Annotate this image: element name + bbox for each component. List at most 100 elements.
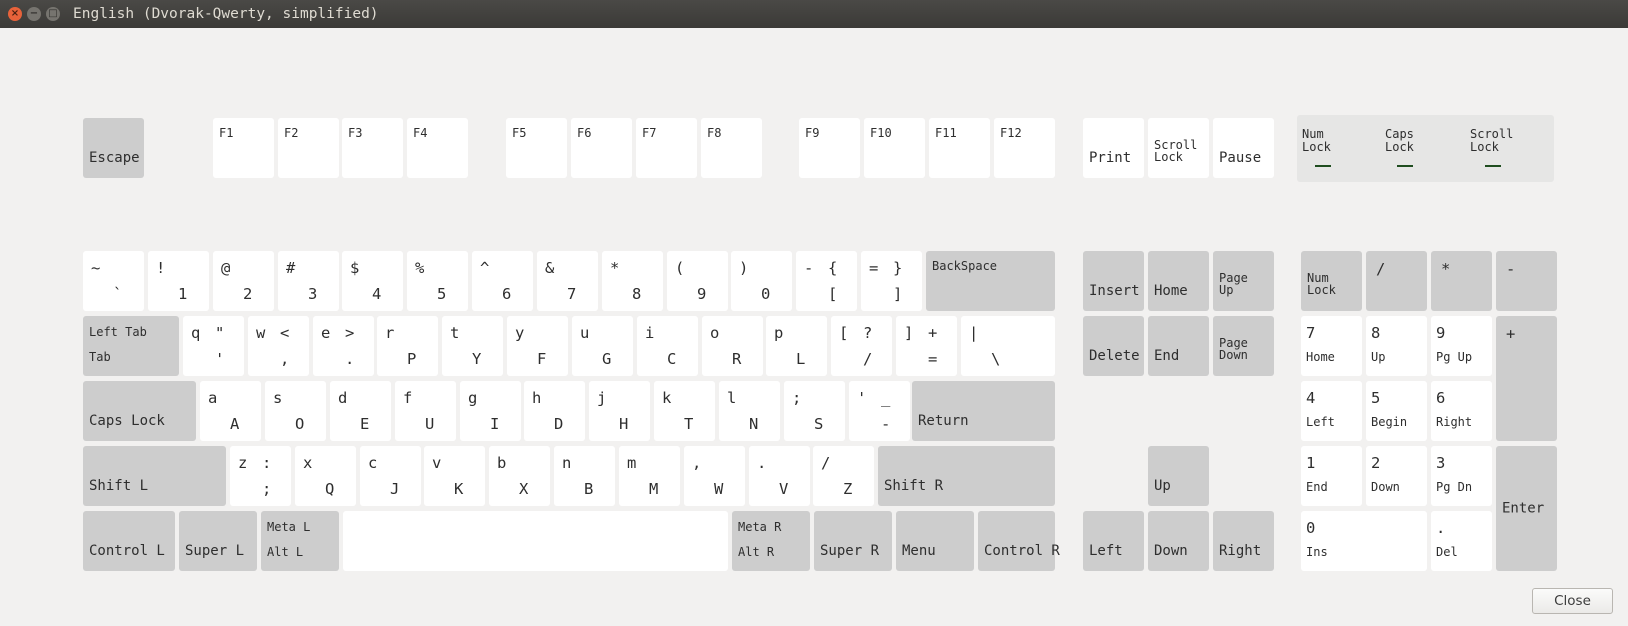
key-8[interactable]: * 8 bbox=[602, 251, 663, 311]
key-i[interactable]: iC bbox=[637, 316, 698, 376]
key-f[interactable]: fU bbox=[395, 381, 456, 441]
key-f6[interactable]: F6 bbox=[571, 118, 632, 178]
key-kp-6[interactable]: 6 Right bbox=[1431, 381, 1492, 441]
key-kp-divide[interactable]: / bbox=[1366, 251, 1427, 311]
key-o[interactable]: oR bbox=[702, 316, 763, 376]
key-kp-4[interactable]: 4 Left bbox=[1301, 381, 1362, 441]
close-button[interactable]: Close bbox=[1532, 588, 1613, 614]
key-f1[interactable]: F1 bbox=[213, 118, 274, 178]
key-arrow-up[interactable]: Up bbox=[1148, 446, 1209, 506]
key-3[interactable]: #3 bbox=[278, 251, 339, 311]
key-y[interactable]: yF bbox=[507, 316, 568, 376]
key-bracket-left[interactable]: [? / bbox=[831, 316, 892, 376]
key-num-lock[interactable]: Num Lock bbox=[1301, 251, 1362, 311]
key-n[interactable]: nB bbox=[554, 446, 615, 506]
key-comma[interactable]: ,W bbox=[684, 446, 745, 506]
key-f7[interactable]: F7 bbox=[636, 118, 697, 178]
key-f4[interactable]: F4 bbox=[407, 118, 468, 178]
key-4[interactable]: $4 bbox=[342, 251, 403, 311]
key-f8[interactable]: F8 bbox=[701, 118, 762, 178]
key-page-up[interactable]: Page Up bbox=[1213, 251, 1274, 311]
key-5[interactable]: % 5 bbox=[407, 251, 468, 311]
key-arrow-left[interactable]: Left bbox=[1083, 511, 1144, 571]
key-u[interactable]: uG bbox=[572, 316, 633, 376]
key-scroll-lock[interactable]: Scroll Lock bbox=[1148, 118, 1209, 178]
key-t[interactable]: tY bbox=[442, 316, 503, 376]
key-super-right[interactable]: Super R bbox=[814, 511, 892, 571]
key-f2[interactable]: F2 bbox=[278, 118, 339, 178]
key-home[interactable]: Home bbox=[1148, 251, 1209, 311]
key-arrow-right[interactable]: Right bbox=[1213, 511, 1274, 571]
key-f9[interactable]: F9 bbox=[799, 118, 860, 178]
key-g[interactable]: gI bbox=[460, 381, 521, 441]
key-f11[interactable]: F11 bbox=[929, 118, 990, 178]
key-kp-8[interactable]: 8 Up bbox=[1366, 316, 1427, 376]
key-kp-minus[interactable]: - bbox=[1496, 251, 1557, 311]
key-6[interactable]: ^ 6 bbox=[472, 251, 533, 311]
key-space[interactable] bbox=[343, 511, 728, 571]
key-minus[interactable]: -{[ bbox=[796, 251, 857, 311]
key-l[interactable]: lN bbox=[719, 381, 780, 441]
key-v[interactable]: vK bbox=[424, 446, 485, 506]
key-r[interactable]: rP bbox=[377, 316, 438, 376]
key-d[interactable]: dE bbox=[330, 381, 391, 441]
key-p[interactable]: pL bbox=[766, 316, 827, 376]
key-shift-left[interactable]: Shift L bbox=[83, 446, 226, 506]
key-f12[interactable]: F12 bbox=[994, 118, 1055, 178]
key-slash[interactable]: / Z bbox=[813, 446, 874, 506]
key-kp-multiply[interactable]: * bbox=[1431, 251, 1492, 311]
key-tab[interactable]: Left Tab Tab bbox=[83, 316, 179, 376]
key-s[interactable]: sO bbox=[265, 381, 326, 441]
key-c[interactable]: cJ bbox=[360, 446, 421, 506]
key-kp-enter[interactable]: Enter bbox=[1496, 446, 1557, 571]
key-kp-7[interactable]: 7 Home bbox=[1301, 316, 1362, 376]
key-kp-1[interactable]: 1 End bbox=[1301, 446, 1362, 506]
key-kp-plus[interactable]: + bbox=[1496, 316, 1557, 441]
key-z[interactable]: z:; bbox=[230, 446, 291, 506]
key-control-right[interactable]: Control R bbox=[978, 511, 1060, 571]
key-f5[interactable]: F5 bbox=[506, 118, 567, 178]
key-h[interactable]: hD bbox=[524, 381, 585, 441]
key-m[interactable]: mM bbox=[619, 446, 680, 506]
key-j[interactable]: jH bbox=[589, 381, 650, 441]
key-2[interactable]: @2 bbox=[213, 251, 274, 311]
key-q[interactable]: q " ' bbox=[183, 316, 244, 376]
key-pause[interactable]: Pause bbox=[1213, 118, 1274, 178]
key-control-left[interactable]: Control L bbox=[83, 511, 175, 571]
key-kp-9[interactable]: 9 Pg Up bbox=[1431, 316, 1492, 376]
key-backspace[interactable]: BackSpace bbox=[926, 251, 1055, 311]
key-x[interactable]: xQ bbox=[295, 446, 356, 506]
key-menu[interactable]: Menu bbox=[896, 511, 974, 571]
key-insert[interactable]: Insert bbox=[1083, 251, 1144, 311]
key-delete[interactable]: Delete bbox=[1083, 316, 1144, 376]
key-f10[interactable]: F10 bbox=[864, 118, 925, 178]
key-0[interactable]: ) 0 bbox=[731, 251, 792, 311]
key-arrow-down[interactable]: Down bbox=[1148, 511, 1209, 571]
key-k[interactable]: kT bbox=[654, 381, 715, 441]
key-9[interactable]: (9 bbox=[667, 251, 728, 311]
key-f3[interactable]: F3 bbox=[342, 118, 403, 178]
key-kp-decimal[interactable]: . Del bbox=[1431, 511, 1492, 571]
key-super-left[interactable]: Super L bbox=[179, 511, 257, 571]
key-return[interactable]: Return bbox=[912, 381, 1055, 441]
key-period[interactable]: .V bbox=[749, 446, 810, 506]
key-alt-left[interactable]: Meta L Alt L bbox=[261, 511, 339, 571]
key-caps-lock[interactable]: Caps Lock bbox=[83, 381, 196, 441]
key-w[interactable]: w <, bbox=[248, 316, 309, 376]
key-7[interactable]: & 7 bbox=[537, 251, 598, 311]
key-apostrophe[interactable]: ' _ - bbox=[849, 381, 910, 441]
key-page-down[interactable]: Page Down bbox=[1213, 316, 1274, 376]
key-escape[interactable]: Escape bbox=[83, 118, 144, 178]
key-kp-5[interactable]: 5 Begin bbox=[1366, 381, 1427, 441]
key-grave[interactable]: ~ ` bbox=[83, 251, 144, 311]
key-backslash[interactable]: | \ bbox=[961, 316, 1055, 376]
key-semicolon[interactable]: ; S bbox=[784, 381, 845, 441]
key-alt-right[interactable]: Meta R Alt R bbox=[732, 511, 810, 571]
key-1[interactable]: ! 1 bbox=[148, 251, 209, 311]
key-e[interactable]: e >. bbox=[313, 316, 374, 376]
key-print[interactable]: Print bbox=[1083, 118, 1144, 178]
key-b[interactable]: bX bbox=[489, 446, 550, 506]
key-kp-3[interactable]: 3 Pg Dn bbox=[1431, 446, 1492, 506]
key-a[interactable]: aA bbox=[200, 381, 261, 441]
key-bracket-right[interactable]: ] + = bbox=[896, 316, 957, 376]
